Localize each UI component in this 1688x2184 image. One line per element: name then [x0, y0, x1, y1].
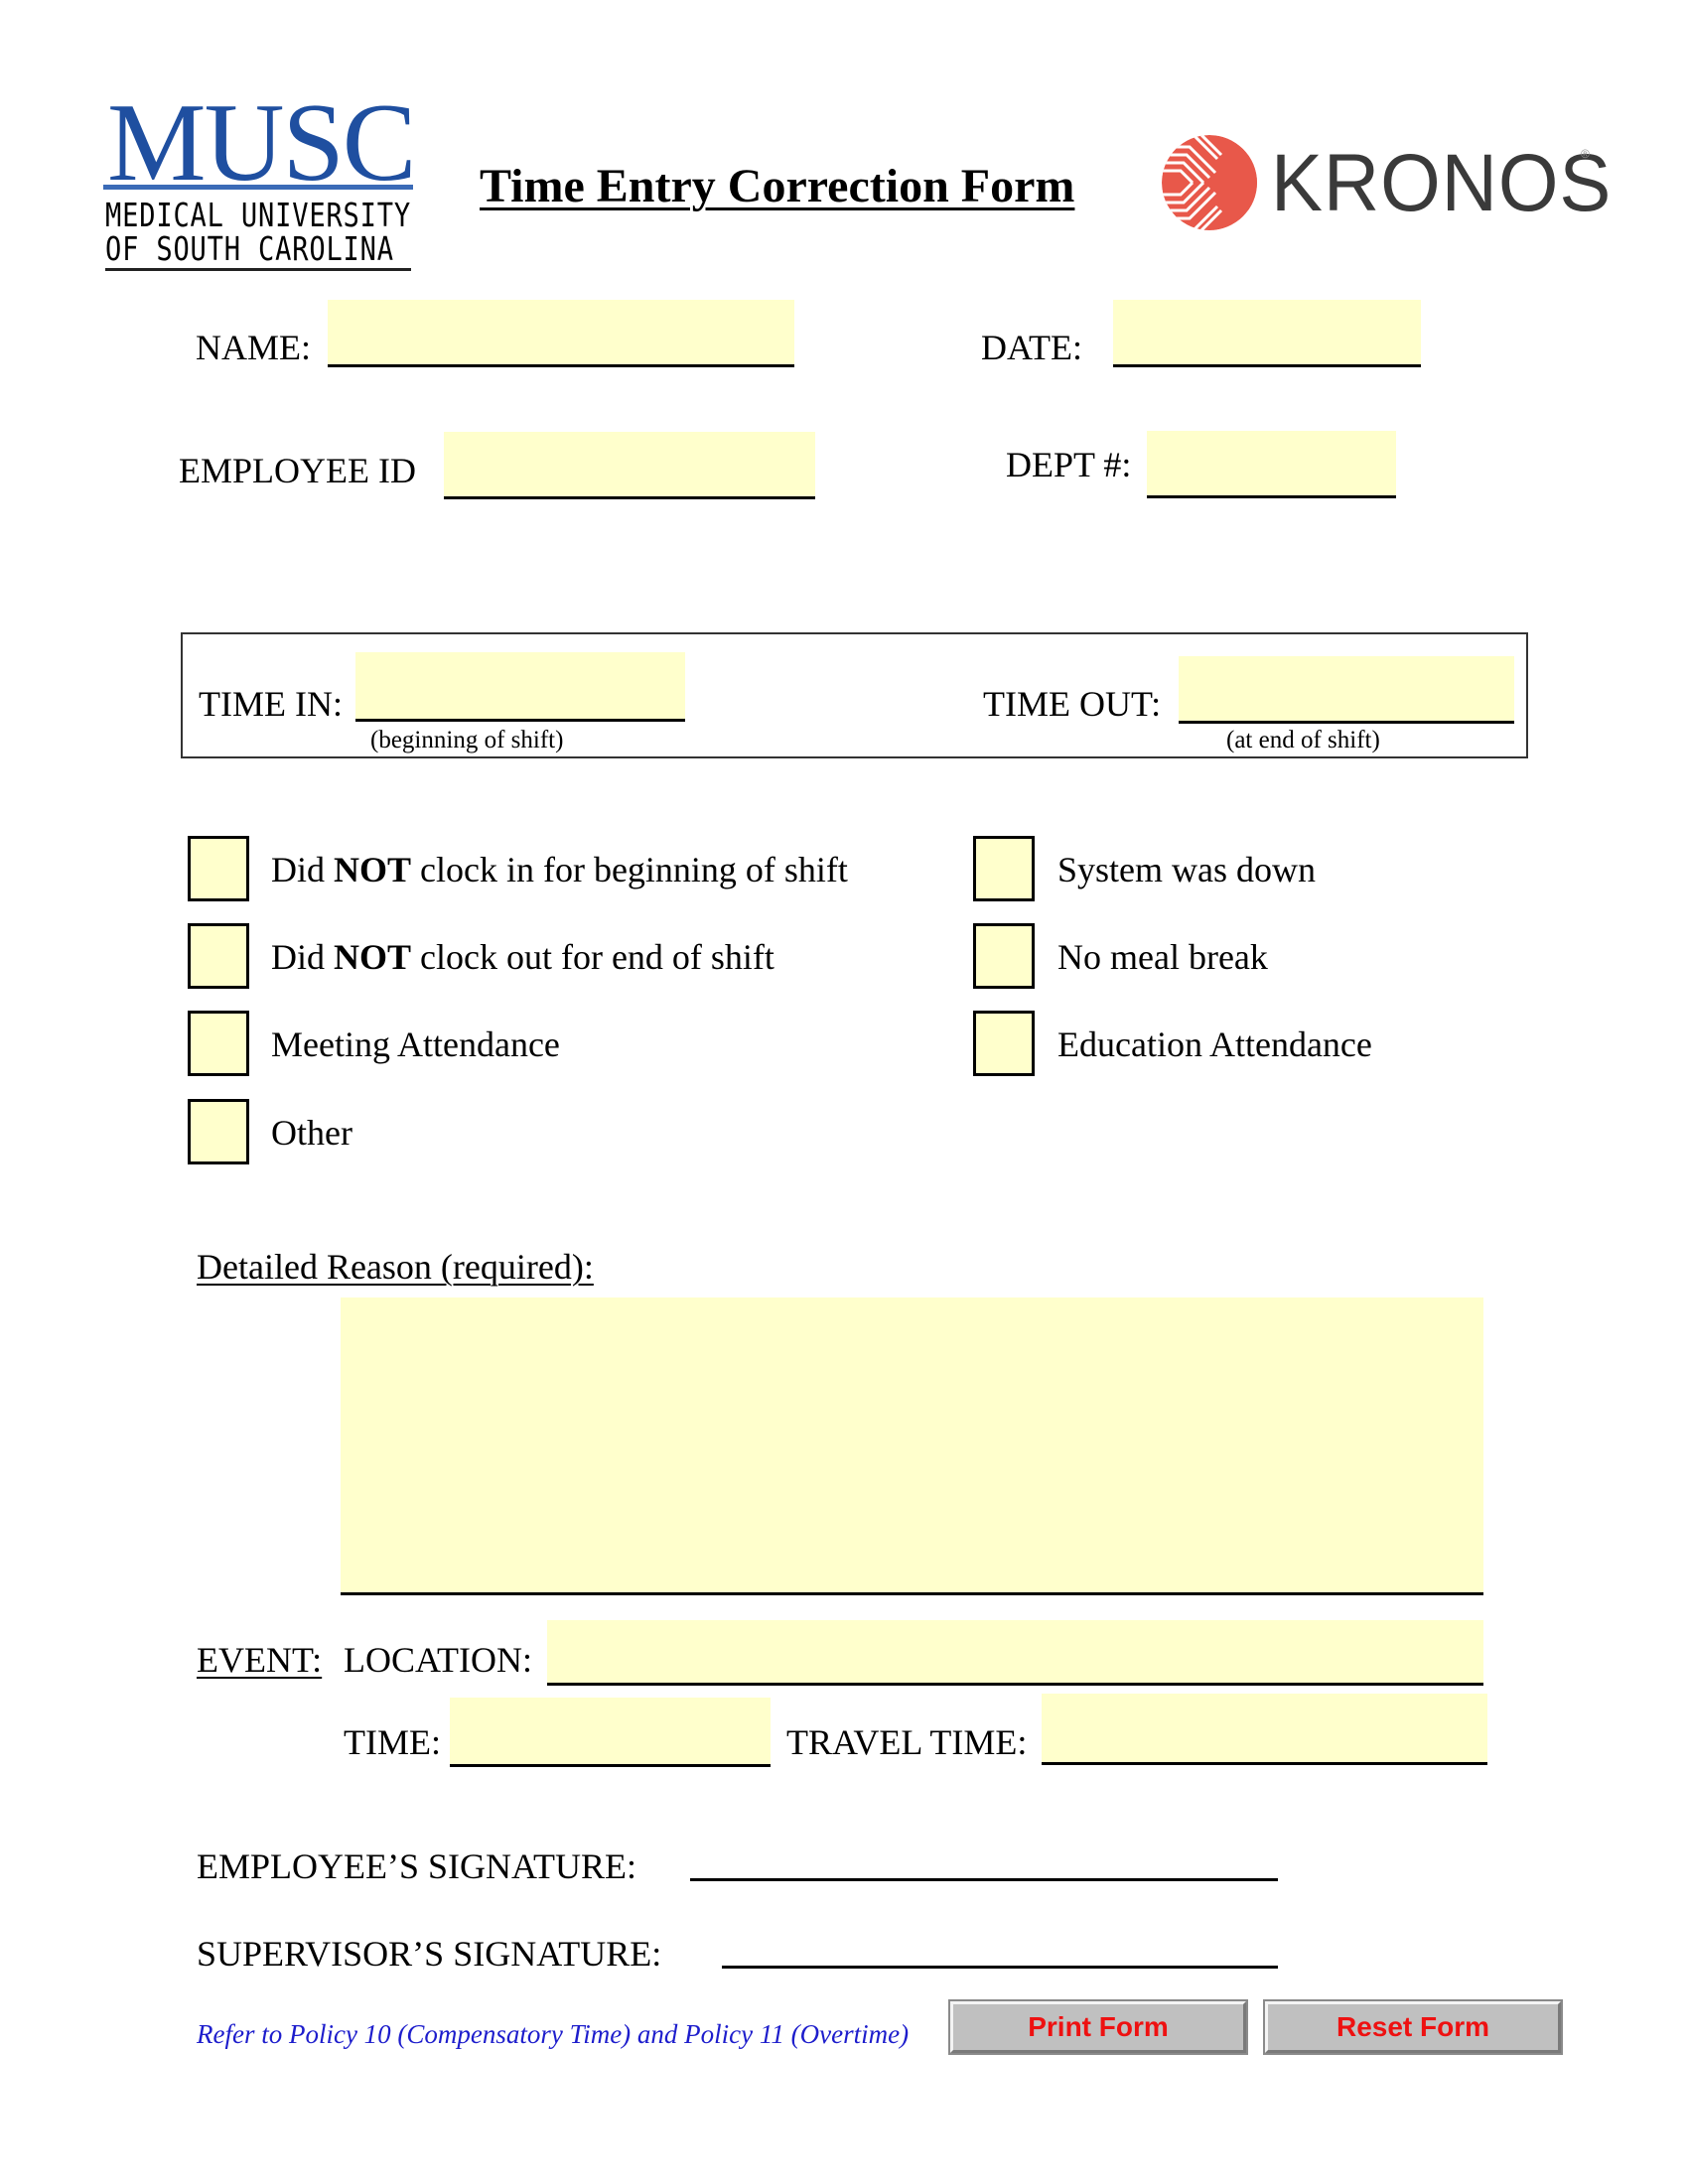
travel-time-input[interactable]	[1042, 1694, 1487, 1765]
employee-signature-label: EMPLOYEE’S SIGNATURE:	[197, 1846, 637, 1886]
time-in-hint: (beginning of shift)	[370, 727, 564, 753]
location-input[interactable]	[547, 1620, 1483, 1686]
label-post: clock out for end of shift	[411, 937, 774, 977]
time-in-label: TIME IN:	[199, 684, 343, 724]
checkbox-label-no-clock-out: Did NOT clock out for end of shift	[271, 939, 774, 975]
time-box: TIME IN: (beginning of shift) TIME OUT: …	[181, 632, 1528, 758]
checkbox-label-education-attendance: Education Attendance	[1057, 1024, 1372, 1064]
dept-label: DEPT #:	[1006, 445, 1132, 484]
employee-signature-line[interactable]	[690, 1878, 1278, 1881]
checkbox-meeting-attendance[interactable]	[188, 1011, 249, 1076]
checkbox-label-no-meal-break: No meal break	[1057, 937, 1268, 977]
date-label: DATE:	[981, 328, 1082, 367]
kronos-logo: KRONOS ®	[1160, 129, 1611, 238]
date-input[interactable]	[1113, 300, 1421, 367]
checkbox-system-down[interactable]	[973, 836, 1035, 901]
checkbox-no-clock-in[interactable]	[188, 836, 249, 901]
name-input[interactable]	[328, 300, 794, 367]
kronos-wordmark: KRONOS	[1271, 138, 1613, 228]
time-out-label: TIME OUT:	[983, 684, 1162, 724]
time-out-input[interactable]	[1179, 656, 1514, 724]
label-pre: Did	[271, 937, 334, 977]
event-time-input[interactable]	[450, 1698, 771, 1767]
supervisor-signature-line[interactable]	[722, 1966, 1278, 1969]
travel-time-label: TRAVEL TIME:	[786, 1722, 1028, 1762]
print-form-button[interactable]: Print Form	[948, 1999, 1248, 2055]
checkbox-no-clock-out[interactable]	[188, 923, 249, 989]
label-pre: Did	[271, 850, 334, 889]
time-in-input[interactable]	[355, 652, 685, 722]
checkbox-label-system-down: System was down	[1057, 850, 1316, 889]
label-post: clock in for beginning of shift	[411, 850, 848, 889]
dept-input[interactable]	[1147, 431, 1396, 498]
musc-line-1: MEDICAL UNIVERSITY	[105, 196, 412, 234]
name-label: NAME:	[196, 328, 311, 367]
kronos-emblem-icon	[1162, 135, 1257, 230]
reset-form-button[interactable]: Reset Form	[1263, 1999, 1563, 2055]
musc-logo: MUSC MEDICAL UNIVERSITY OF SOUTH CAROLIN…	[103, 81, 416, 272]
label-emphasis: NOT	[334, 937, 412, 977]
kronos-registered-mark: ®	[1581, 147, 1590, 161]
policy-note: Refer to Policy 10 (Compensatory Time) a…	[197, 2019, 910, 2049]
musc-rule-bottom	[105, 268, 411, 271]
checkbox-no-meal-break[interactable]	[973, 923, 1035, 989]
time-out-hint: (at end of shift)	[1226, 727, 1380, 753]
checkbox-other[interactable]	[188, 1099, 249, 1164]
musc-line-2: OF SOUTH CAROLINA	[105, 229, 394, 268]
page-title: Time Entry Correction Form	[480, 160, 1075, 212]
musc-wordmark: MUSC	[107, 81, 416, 205]
event-time-label: TIME:	[344, 1722, 441, 1762]
employee-id-label: EMPLOYEE ID	[179, 451, 416, 490]
musc-rule	[103, 185, 413, 190]
employee-id-input[interactable]	[444, 432, 815, 499]
checkbox-label-other: Other	[271, 1113, 352, 1153]
reason-label: Detailed Reason (required):	[197, 1247, 594, 1287]
checkbox-label-no-clock-in: Did NOT clock in for beginning of shift	[271, 852, 848, 887]
event-label: EVENT:	[197, 1640, 323, 1680]
label-emphasis: NOT	[334, 850, 412, 889]
checkbox-label-meeting-attendance: Meeting Attendance	[271, 1024, 560, 1064]
reason-textarea[interactable]	[341, 1297, 1483, 1595]
location-label: LOCATION:	[344, 1640, 532, 1680]
supervisor-signature-label: SUPERVISOR’S SIGNATURE:	[197, 1934, 662, 1974]
checkbox-education-attendance[interactable]	[973, 1011, 1035, 1076]
